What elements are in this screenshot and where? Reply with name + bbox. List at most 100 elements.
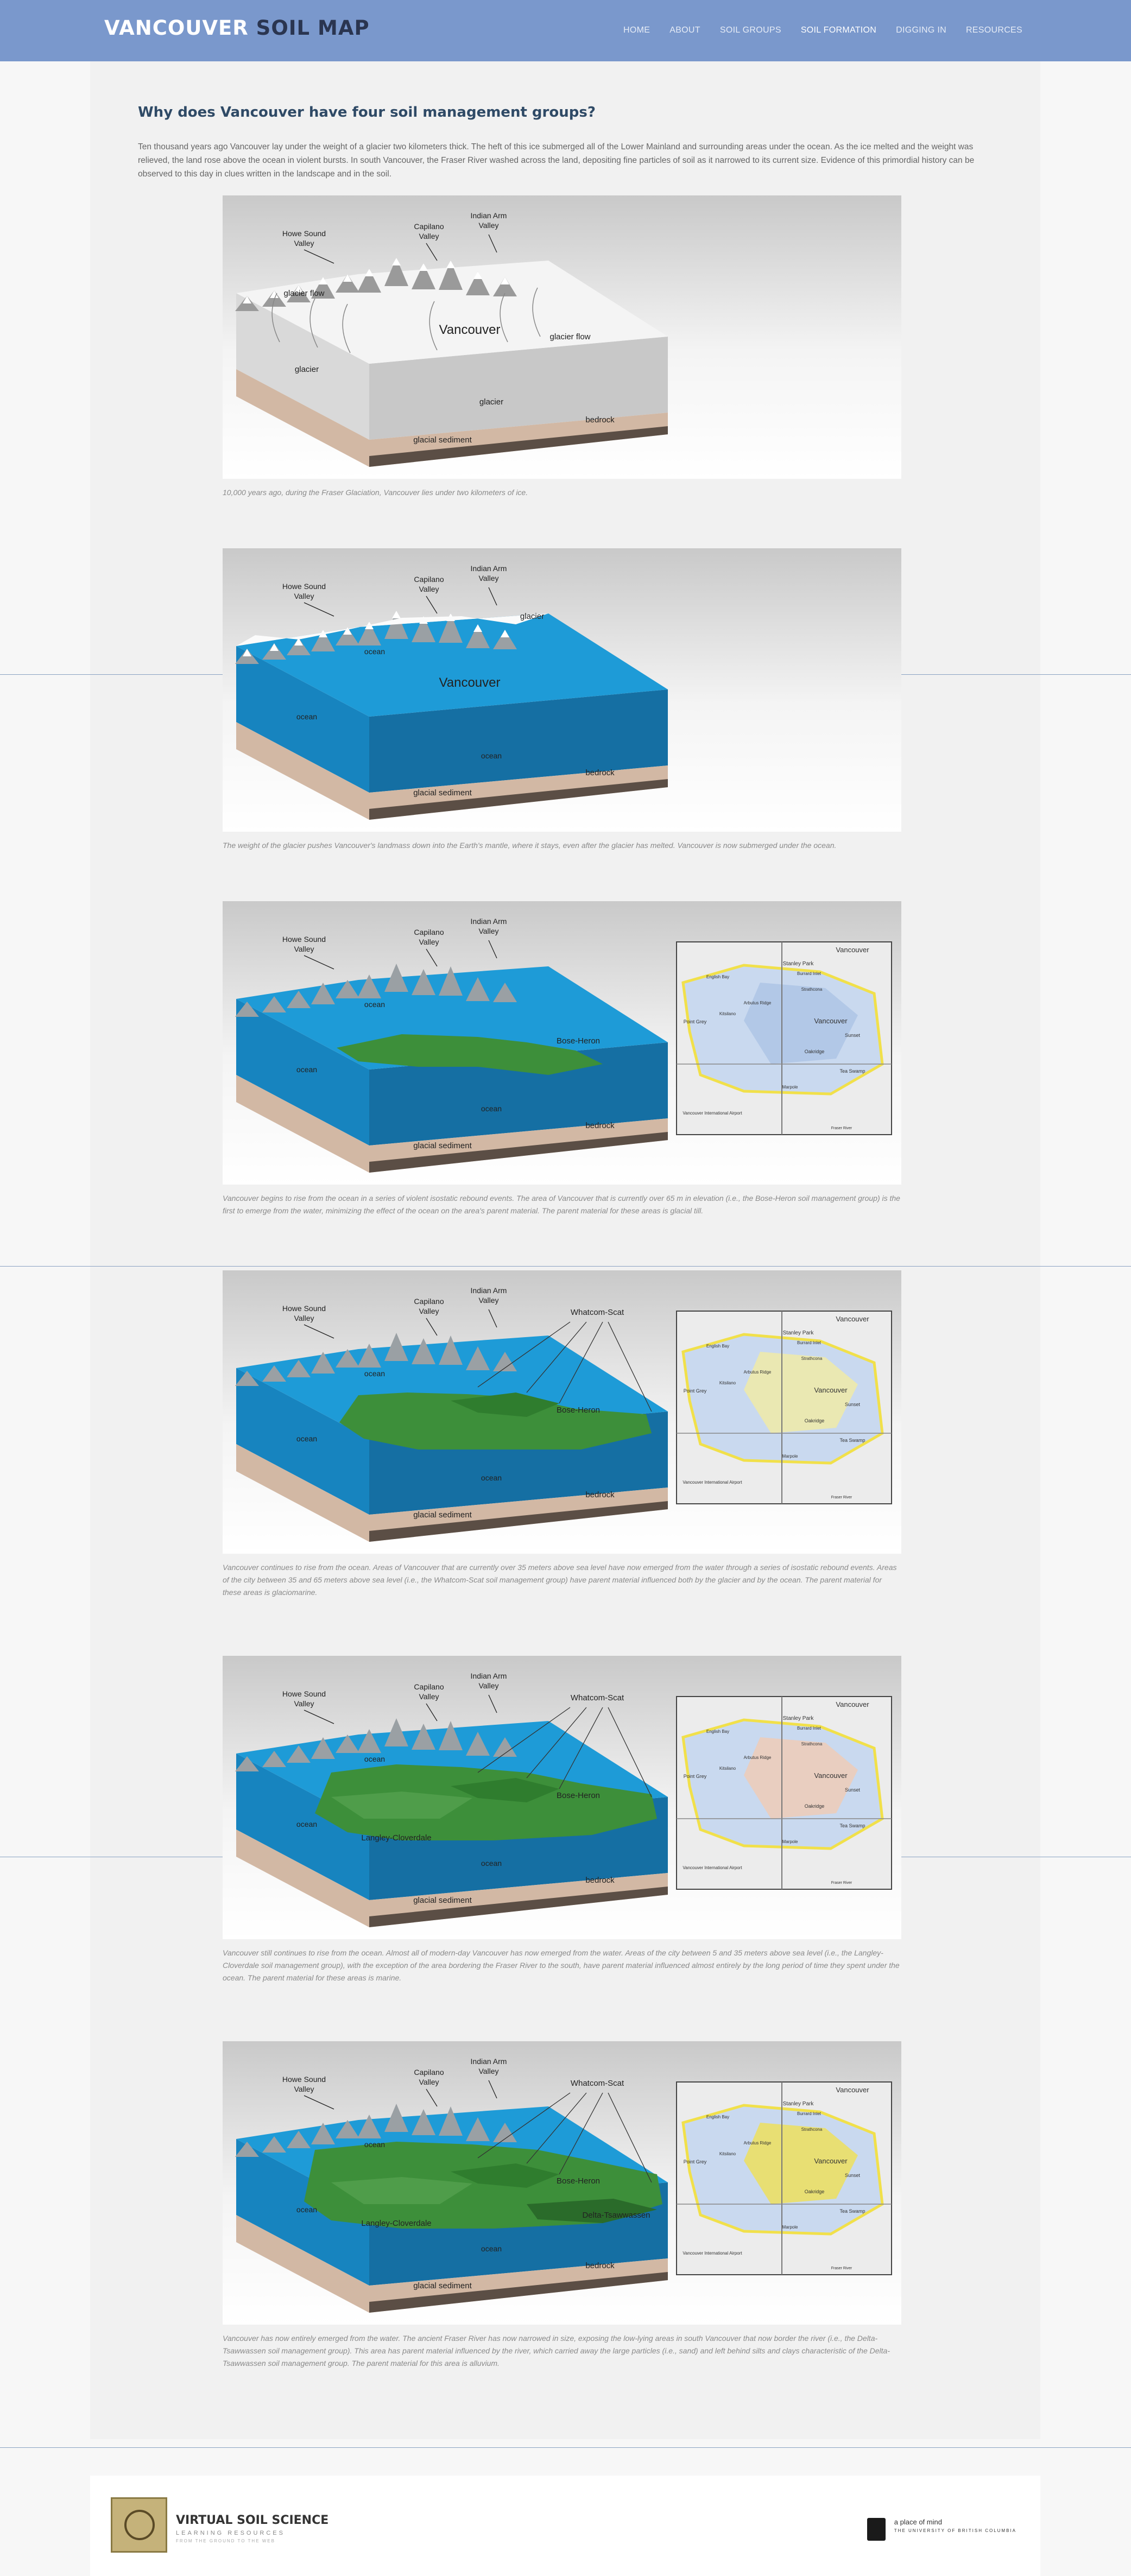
label-bose-heron: Bose-Heron — [557, 2176, 600, 2186]
map-label: Fraser River — [831, 1881, 852, 1885]
main-nav: HOME ABOUT SOIL GROUPS SOIL FORMATION DI… — [623, 26, 1022, 35]
map-label: Burrard Inlet — [797, 2111, 822, 2116]
map-label: Marpole — [782, 1454, 798, 1459]
map-label: Arbutus Ridge — [744, 1755, 772, 1760]
map-label: Arbutus Ridge — [744, 1370, 772, 1375]
label-capilano: Valley — [419, 1307, 439, 1315]
label-howe-sound: Howe Sound — [282, 1689, 326, 1698]
label-indian-arm: Valley — [478, 574, 498, 583]
map-label: Strathcona — [801, 987, 823, 992]
figure-whatcom-scat: Howe Sound Valley Capilano Valley Indian Arm… — [223, 1270, 901, 1554]
nav-resources[interactable]: RESOURCES — [966, 26, 1022, 35]
label-bose-heron: Bose-Heron — [557, 1791, 600, 1800]
map-label: English Bay — [706, 974, 729, 979]
label-glacier-flow: glacier flow — [283, 289, 324, 298]
map-label: English Bay — [706, 1344, 729, 1349]
figure-glacier: Howe Sound Valley Capilano Valley Indian Arm… — [223, 195, 901, 479]
divider-line — [0, 2447, 1131, 2448]
label-howe-sound: Valley — [294, 2085, 314, 2093]
map-label: Point Grey — [684, 1388, 707, 1394]
map-label: Stanley Park — [783, 2101, 814, 2107]
label-howe-sound: Howe Sound — [282, 935, 326, 944]
site-footer: VIRTUAL SOIL SCIENCE LEARNING RESOURCES … — [90, 2476, 1040, 2576]
nav-about[interactable]: ABOUT — [669, 26, 700, 35]
label-glacial-sediment: glacial sediment — [413, 1510, 472, 1520]
figure-caption: Vancouver continues to rise from the oce… — [223, 1563, 897, 1597]
map-label: Vancouver — [836, 2086, 869, 2094]
label-vancouver: Vancouver — [439, 322, 501, 337]
map-label: Burrard Inlet — [797, 1726, 822, 1731]
figure-illustration: Howe SoundValleyCapilanoValleyIndian Arm… — [223, 195, 901, 479]
ubc-crest-icon — [867, 2518, 886, 2541]
map-label: Fraser River — [831, 2267, 852, 2270]
label-glacial-sediment: glacial sediment — [413, 1141, 472, 1150]
label-howe-sound: Valley — [294, 1699, 314, 1708]
label-howe-sound: Valley — [294, 592, 314, 600]
divider-line — [0, 1266, 1131, 1267]
label-capilano: Valley — [419, 585, 439, 593]
vss-title: VIRTUAL SOIL SCIENCE — [176, 2514, 329, 2527]
label-capilano: Valley — [419, 938, 439, 946]
map-label: Sunset — [845, 1033, 861, 1038]
page-title: Why does Vancouver have four soil manage… — [138, 104, 596, 121]
label-indian-arm: Indian Arm — [471, 211, 507, 220]
map-label: Stanley Park — [783, 1330, 814, 1336]
map-label: Kitsilano — [719, 1381, 736, 1385]
label-glacier-front: glacier — [479, 397, 503, 407]
vss-logo[interactable] — [111, 2497, 167, 2553]
label-howe-sound: Howe Sound — [282, 2075, 326, 2084]
label-ocean: ocean — [296, 2205, 317, 2214]
figure-langley-cloverdale: Howe Sound Valley Capilano Valley Indian Arm… — [223, 1656, 901, 1939]
label-bedrock: bedrock — [585, 2261, 615, 2270]
map-label: Point Grey — [684, 1774, 707, 1779]
label-glacier-flow: glacier flow — [549, 332, 590, 341]
map-label: Point Grey — [684, 2159, 707, 2164]
map-label: Vancouver International Airport — [683, 1111, 742, 1116]
map-label: Vancouver — [814, 2157, 848, 2165]
map-label: Vancouver — [836, 946, 869, 954]
map-label: Arbutus Ridge — [744, 2141, 772, 2145]
map-label: Sunset — [845, 2173, 861, 2178]
ubc-name: THE UNIVERSITY OF BRITISH COLUMBIA — [894, 2528, 1016, 2533]
label-bose-heron: Bose-Heron — [557, 1406, 600, 1415]
map-label: Marpole — [782, 1839, 798, 1844]
nav-digging-in[interactable]: DIGGING IN — [896, 26, 946, 35]
map-label: Tea Swamp — [839, 1438, 865, 1443]
map-label: Stanley Park — [783, 961, 814, 967]
label-ocean: ocean — [364, 647, 385, 656]
inset-map: Vancouver Stanley Park Burrard Inlet Englis… — [676, 1311, 892, 1504]
label-howe-sound: Valley — [294, 1314, 314, 1322]
label-ocean: ocean — [364, 1755, 385, 1763]
label-indian-arm: Indian Arm — [471, 1672, 507, 1680]
vss-subtitle: LEARNING RESOURCES — [176, 2530, 285, 2536]
label-bedrock: bedrock — [585, 768, 615, 777]
map-label: Tea Swamp — [839, 1068, 865, 1074]
inset-map: Vancouver Stanley Park Burrard Inlet Englis… — [676, 1696, 892, 1890]
label-ocean: ocean — [481, 1104, 502, 1113]
map-label: Vancouver — [814, 1771, 848, 1780]
vss-logo-emblem — [124, 2510, 155, 2540]
label-howe-sound: Howe Sound — [282, 582, 326, 591]
map-label: Fraser River — [831, 1126, 852, 1130]
nav-soil-formation[interactable]: SOIL FORMATION — [801, 26, 876, 35]
nav-home[interactable]: HOME — [623, 26, 650, 35]
map-label: English Bay — [706, 1729, 729, 1734]
label-whatcom-scat: Whatcom-Scat — [571, 1693, 624, 1702]
map-label: Oakridge — [805, 1418, 825, 1423]
label-howe-sound: Valley — [294, 945, 314, 953]
label-ocean: ocean — [481, 751, 502, 760]
map-label: Sunset — [845, 1787, 861, 1793]
label-bedrock: bedrock — [585, 1876, 615, 1885]
label-howe-sound: Howe Sound — [282, 229, 326, 238]
site-logo[interactable]: VANCOUVER SOIL MAP — [104, 16, 370, 40]
ubc-logo[interactable]: a place of mind THE UNIVERSITY OF BRITIS… — [867, 2518, 1016, 2541]
site-header: VANCOUVER SOIL MAP HOME ABOUT SOIL GROUP… — [0, 0, 1131, 61]
label-ocean: ocean — [296, 1820, 317, 1828]
map-label: Marpole — [782, 2225, 798, 2230]
label-capilano: Capilano — [414, 575, 444, 584]
map-label: Arbutus Ridge — [744, 1001, 772, 1005]
label-ocean: ocean — [481, 1473, 502, 1482]
map-label: Point Grey — [684, 1019, 707, 1024]
label-capilano: Capilano — [414, 222, 444, 231]
nav-soil-groups[interactable]: SOIL GROUPS — [720, 26, 781, 35]
